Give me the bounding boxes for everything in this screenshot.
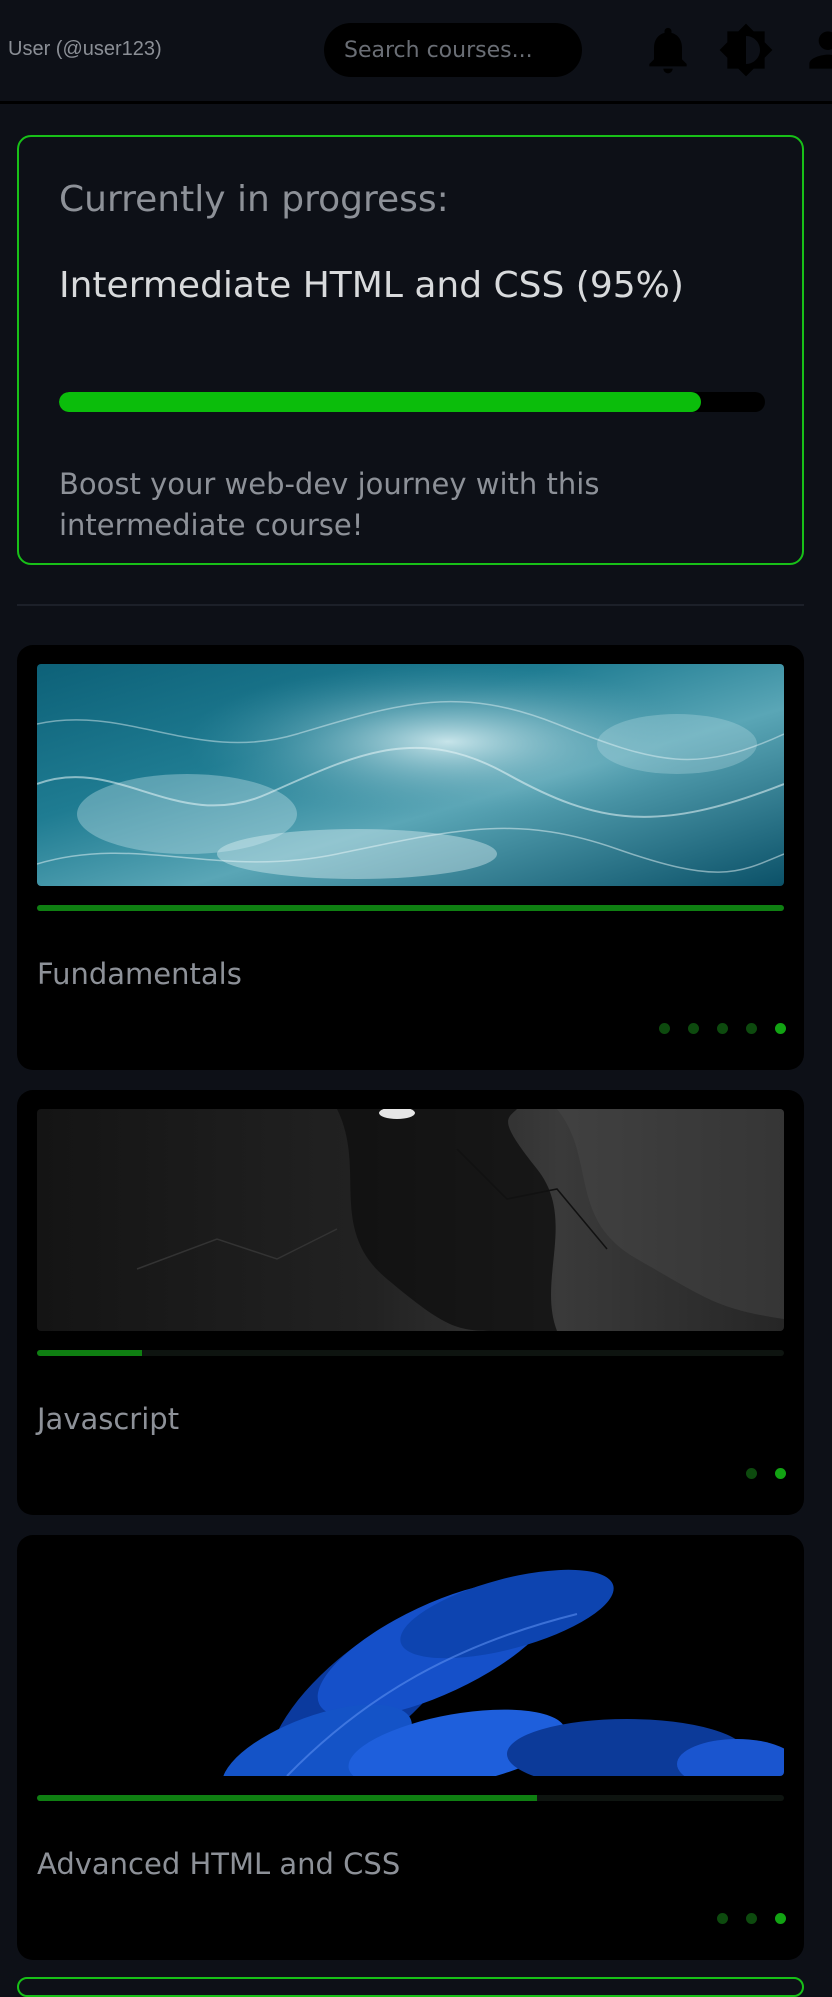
course-image-ocean	[37, 664, 784, 886]
course-dots	[717, 1913, 786, 1927]
in-progress-bar	[59, 392, 765, 412]
app-header: User (@user123)	[0, 0, 832, 104]
in-progress-course-title: Intermediate HTML and CSS (95%)	[59, 265, 684, 306]
carousel-dot[interactable]	[688, 1023, 699, 1034]
course-card[interactable]: Javascript	[17, 1090, 804, 1515]
course-progress-fill	[37, 1795, 538, 1801]
carousel-dot[interactable]	[717, 1913, 728, 1924]
course-image-feathers	[37, 1554, 784, 1776]
course-dots	[746, 1468, 786, 1482]
course-progress-bar	[37, 1350, 784, 1356]
search-input[interactable]	[324, 23, 582, 77]
carousel-dot[interactable]	[775, 1913, 786, 1924]
course-title: Advanced HTML and CSS	[37, 1847, 401, 1881]
profile-icon[interactable]	[800, 22, 832, 78]
course-progress-fill	[37, 1350, 142, 1356]
user-label[interactable]: User (@user123)	[8, 38, 162, 61]
carousel-dot[interactable]	[746, 1023, 757, 1034]
bell-icon[interactable]	[640, 22, 696, 78]
course-dots	[659, 1023, 786, 1037]
carousel-dot[interactable]	[746, 1913, 757, 1924]
course-progress-fill	[37, 905, 784, 911]
carousel-dot[interactable]	[775, 1468, 786, 1479]
section-divider	[17, 604, 804, 606]
course-card[interactable]: Advanced HTML and CSS	[17, 1535, 804, 1960]
carousel-dot[interactable]	[746, 1468, 757, 1479]
course-card[interactable]: Fundamentals	[17, 645, 804, 1070]
carousel-dot[interactable]	[775, 1023, 786, 1034]
course-progress-bar	[37, 1795, 784, 1801]
carousel-dot[interactable]	[659, 1023, 670, 1034]
in-progress-description: Boost your web-dev journey with this int…	[59, 467, 600, 542]
course-progress-bar	[37, 905, 784, 911]
in-progress-card[interactable]: Currently in progress: Intermediate HTML…	[17, 135, 804, 565]
brightness-icon[interactable]	[718, 22, 774, 78]
course-image-rock	[37, 1109, 784, 1331]
in-progress-bar-fill	[59, 392, 702, 412]
in-progress-heading: Currently in progress:	[59, 179, 449, 220]
next-card-edge	[17, 1977, 804, 1997]
course-title: Javascript	[37, 1402, 180, 1436]
course-title: Fundamentals	[37, 957, 242, 991]
carousel-dot[interactable]	[717, 1023, 728, 1034]
